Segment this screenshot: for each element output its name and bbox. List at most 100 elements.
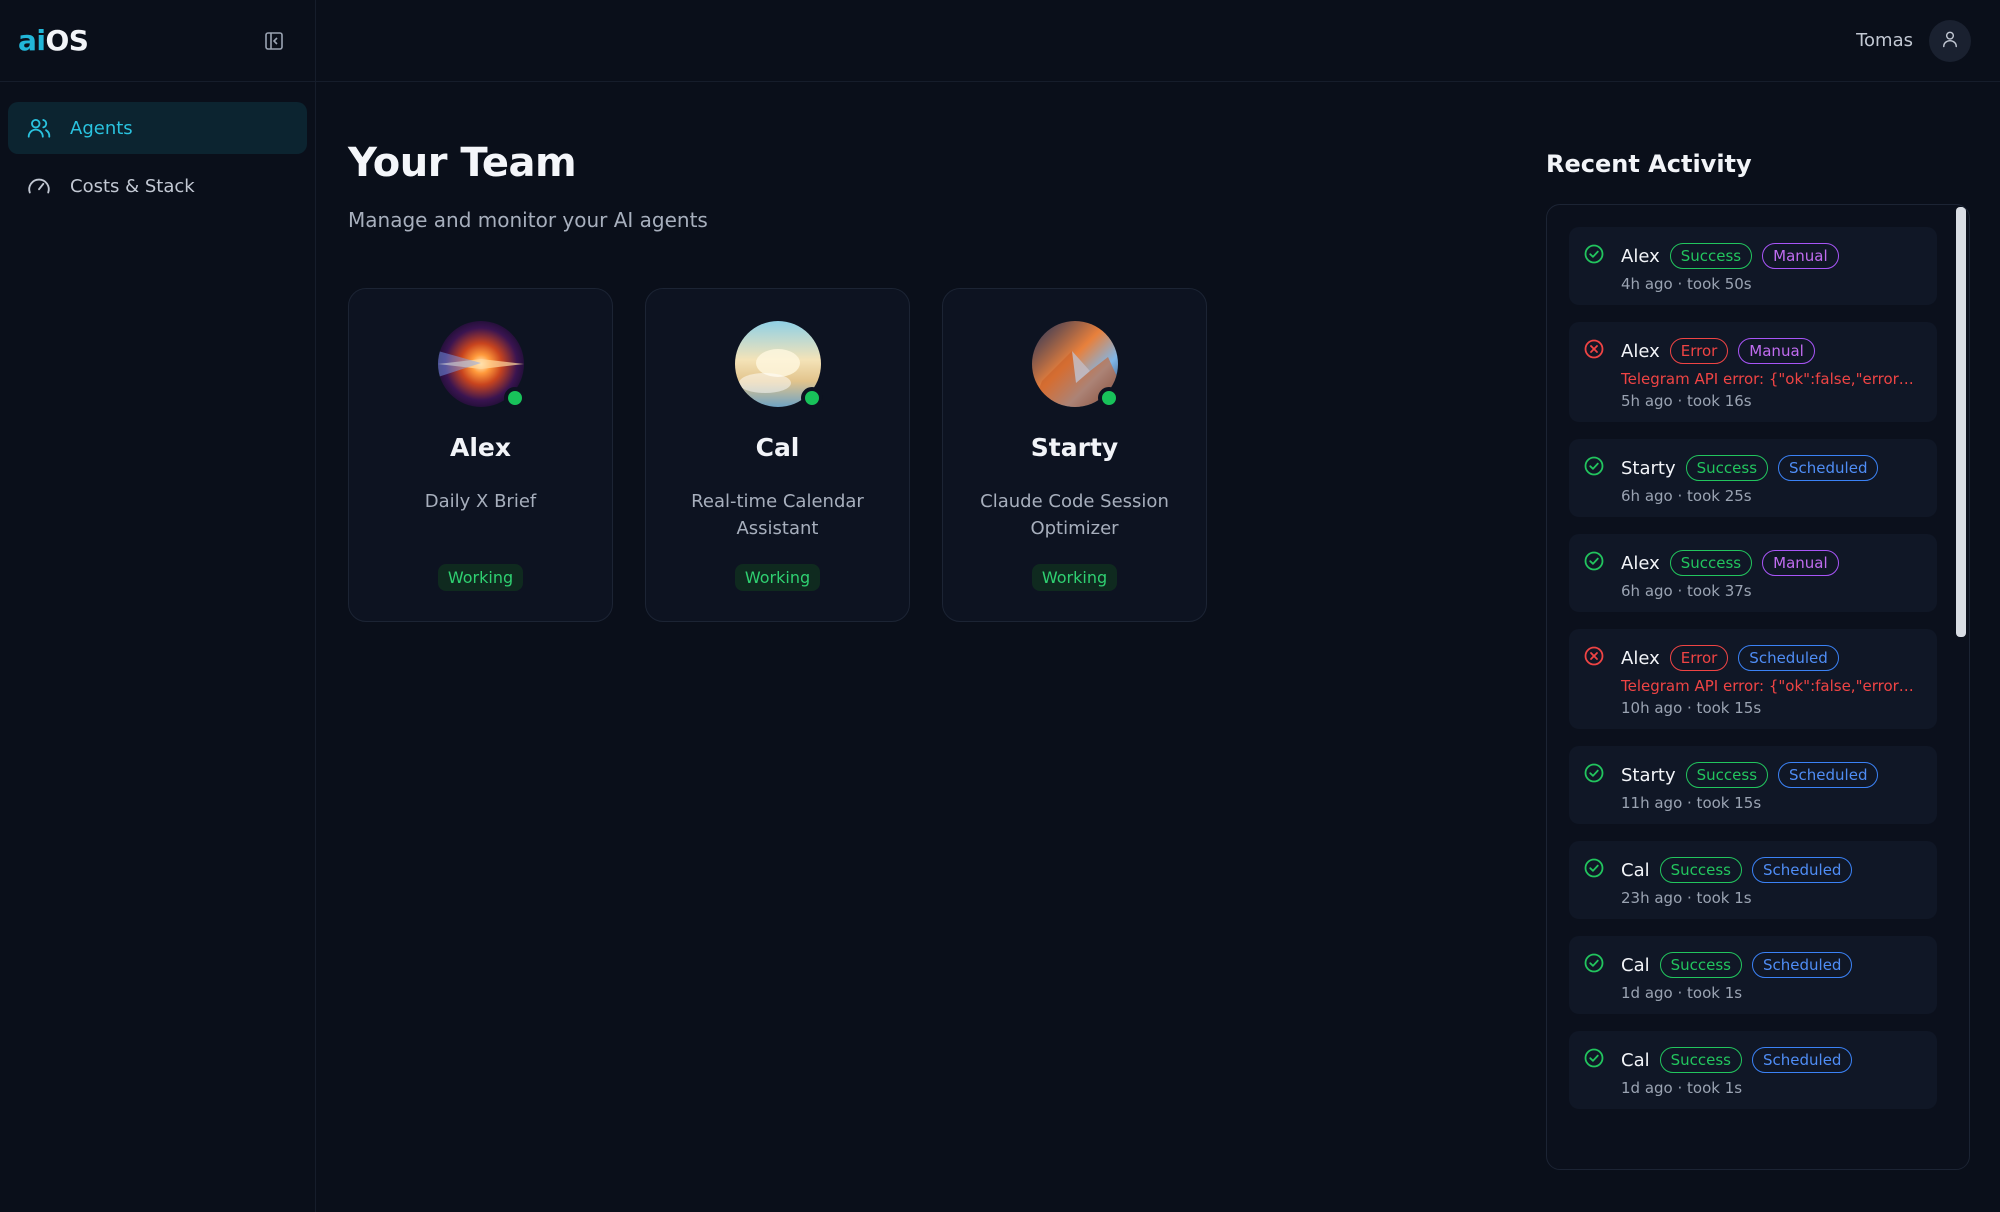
top-bar: Tomas: [316, 0, 2000, 82]
activity-meta: 5h ago · took 16s: [1621, 392, 1752, 410]
sidebar-collapse-icon[interactable]: [263, 30, 285, 52]
activity-head: Cal Success Scheduled: [1621, 855, 1925, 885]
trigger-badge: Scheduled: [1738, 645, 1839, 671]
sidebar-item-costs[interactable]: Costs & Stack: [8, 160, 307, 212]
activity-meta: 6h ago · took 25s: [1621, 487, 1752, 505]
activity-item[interactable]: Alex Success Manual 6h ago · took 37s: [1569, 534, 1937, 612]
app-logo[interactable]: aiOS: [18, 24, 89, 57]
status-badge: Working: [734, 564, 821, 591]
status-badge: Working: [1031, 564, 1118, 591]
check-circle-icon: [1583, 550, 1605, 572]
activity-agent-name: Alex: [1621, 340, 1660, 362]
agent-card-cal[interactable]: Cal Real-time Calendar Assistant Working: [645, 288, 910, 622]
trigger-badge: Scheduled: [1752, 952, 1853, 978]
activity-agent-name: Starty: [1621, 457, 1676, 479]
brand-row: aiOS: [0, 0, 315, 82]
activity-meta: 1d ago · took 1s: [1621, 984, 1743, 1002]
activity-agent-name: Alex: [1621, 647, 1660, 669]
avatar-wrap: [1031, 321, 1120, 409]
result-badge: Error: [1669, 645, 1729, 671]
logo-os: OS: [45, 24, 89, 57]
logo-ai: ai: [18, 24, 46, 57]
trigger-badge: Manual: [1762, 550, 1839, 576]
activity-agent-name: Cal: [1621, 859, 1650, 881]
activity-item[interactable]: Cal Success Scheduled 1d ago · took 1s: [1569, 1031, 1937, 1109]
online-status-dot: [1097, 387, 1120, 409]
check-circle-icon: [1583, 857, 1605, 879]
activity-meta: 4h ago · took 50s: [1621, 275, 1752, 293]
page-title: Your Team: [348, 140, 577, 186]
activity-error-message: Telegram API error: {"ok":false,"error_c…: [1621, 370, 1921, 388]
result-badge: Success: [1659, 952, 1742, 978]
activity-agent-name: Starty: [1621, 764, 1676, 786]
activity-item[interactable]: Alex Error Scheduled Telegram API error: {"…: [1569, 629, 1937, 729]
activity-meta: 1d ago · took 1s: [1621, 1079, 1743, 1097]
activity-item[interactable]: Alex Error Manual Telegram API error: {"ok"…: [1569, 322, 1937, 422]
avatar-wrap: [437, 321, 526, 409]
agent-name: Alex: [450, 433, 511, 462]
trigger-badge: Scheduled: [1778, 762, 1879, 788]
trigger-badge: Manual: [1762, 243, 1839, 269]
activity-agent-name: Cal: [1621, 1049, 1650, 1071]
trigger-badge: Scheduled: [1778, 455, 1879, 481]
activity-item[interactable]: Cal Success Scheduled 23h ago · took 1s: [1569, 841, 1937, 919]
sidebar-nav: Agents Costs & Stack: [0, 82, 315, 238]
trigger-badge: Scheduled: [1752, 857, 1853, 883]
error-circle-icon: [1583, 338, 1605, 360]
sidebar-item-label: Costs & Stack: [70, 175, 195, 197]
activity-head: Cal Success Scheduled: [1621, 1045, 1925, 1075]
error-circle-icon: [1583, 645, 1605, 667]
trigger-badge: Manual: [1738, 338, 1815, 364]
agent-description: Claude Code Session Optimizer: [980, 491, 1169, 539]
agent-card-alex[interactable]: Alex Daily X Brief Working: [348, 288, 613, 622]
sidebar-item-agents[interactable]: Agents: [8, 102, 307, 154]
scrollbar-thumb[interactable]: [1956, 207, 1966, 637]
activity-panel[interactable]: Alex Success Manual 4h ago · took 50s Alex Er…: [1546, 204, 1970, 1170]
check-circle-icon: [1583, 762, 1605, 784]
check-circle-icon: [1583, 455, 1605, 477]
activity-meta: 6h ago · took 37s: [1621, 582, 1752, 600]
online-status-dot: [503, 387, 526, 409]
activity-head: Cal Success Scheduled: [1621, 950, 1925, 980]
online-status-dot: [800, 387, 823, 409]
trigger-badge: Scheduled: [1752, 1047, 1853, 1073]
activity-head: Alex Success Manual: [1621, 548, 1925, 578]
result-badge: Success: [1659, 1047, 1742, 1073]
agent-name: Starty: [1030, 433, 1119, 462]
users-icon: [26, 115, 52, 141]
agent-name: Cal: [755, 433, 800, 462]
activity-item[interactable]: Starty Success Scheduled 6h ago · took 25s: [1569, 439, 1937, 517]
gauge-icon: [26, 173, 52, 199]
agent-description: Real-time Calendar Assistant: [691, 491, 864, 539]
user-avatar-button[interactable]: [1929, 19, 1971, 62]
activity-item[interactable]: Starty Success Scheduled 11h ago · took 15s: [1569, 746, 1937, 824]
activity-agent-name: Cal: [1621, 954, 1650, 976]
activity-meta: 11h ago · took 15s: [1621, 794, 1762, 812]
result-badge: Success: [1669, 550, 1753, 576]
main-content: Your Team Manage and monitor your AI age…: [348, 140, 1498, 622]
activity-meta: 10h ago · took 15s: [1621, 699, 1762, 717]
activity-head: Starty Success Scheduled: [1621, 760, 1925, 790]
activity-item[interactable]: Cal Success Scheduled 1d ago · took 1s: [1569, 936, 1937, 1014]
activity-title: Recent Activity: [1546, 150, 1752, 178]
activity-head: Starty Success Scheduled: [1621, 453, 1925, 483]
agent-card-starty[interactable]: Starty Claude Code Session Optimizer Wor…: [942, 288, 1207, 622]
check-circle-icon: [1583, 1047, 1605, 1069]
check-circle-icon: [1583, 952, 1605, 974]
avatar-wrap: [734, 321, 823, 409]
status-badge: Working: [437, 564, 524, 591]
activity-agent-name: Alex: [1621, 552, 1660, 574]
result-badge: Success: [1659, 857, 1742, 883]
activity-item[interactable]: Alex Success Manual 4h ago · took 50s: [1569, 227, 1937, 305]
activity-list: Alex Success Manual 4h ago · took 50s Alex Er…: [1569, 227, 1937, 1126]
result-badge: Error: [1669, 338, 1729, 364]
activity-agent-name: Alex: [1621, 245, 1660, 267]
activity-error-message: Telegram API error: {"ok":false,"error_c…: [1621, 677, 1921, 695]
sidebar: aiOS Agents Costs & Stack: [0, 0, 316, 1212]
user-name[interactable]: Tomas: [1856, 30, 1913, 51]
agent-cards: Alex Daily X Brief Working Cal Real-time…: [348, 288, 1498, 622]
page-subtitle: Manage and monitor your AI agents: [348, 208, 708, 232]
activity-head: Alex Error Scheduled: [1621, 643, 1925, 673]
user-icon: [1940, 29, 1960, 53]
check-circle-icon: [1583, 243, 1605, 265]
